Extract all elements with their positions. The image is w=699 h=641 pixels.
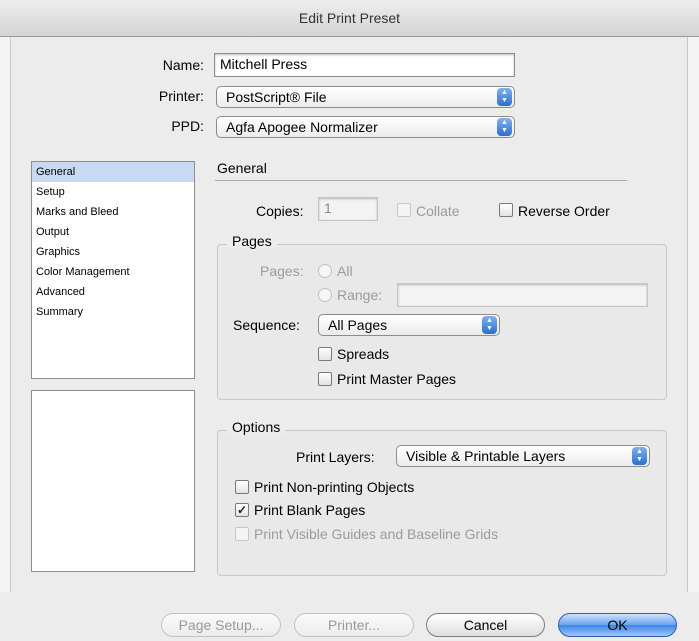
print-layers-popup-value: Visible & Printable Layers: [406, 448, 566, 464]
name-label: Name:: [162, 57, 204, 73]
print-blank-pages-label: Print Blank Pages: [254, 502, 366, 518]
sidebar-item-graphics[interactable]: Graphics: [32, 242, 194, 262]
sidebar-item-marks-and-bleed[interactable]: Marks and Bleed: [32, 202, 194, 222]
sequence-popup-value: All Pages: [328, 317, 388, 333]
sidebar-item-setup[interactable]: Setup: [32, 182, 194, 202]
collate-checkbox[interactable]: [397, 203, 411, 217]
copies-field[interactable]: 1: [318, 197, 378, 221]
sequence-popup[interactable]: All Pages ▲ ▼: [318, 314, 500, 336]
sidebar-item-summary[interactable]: Summary: [32, 302, 194, 322]
updown-arrows-icon: ▲ ▼: [497, 88, 512, 106]
print-non-printing-checkbox[interactable]: [235, 480, 249, 494]
cancel-button[interactable]: Cancel: [426, 613, 545, 637]
print-blank-pages-checkbox[interactable]: ✓: [235, 503, 249, 517]
section-heading-general: General: [217, 160, 267, 176]
reverse-order-checkbox[interactable]: [499, 203, 513, 217]
sidebar-item-advanced[interactable]: Advanced: [32, 282, 194, 302]
range-field[interactable]: [397, 283, 648, 307]
printer-popup[interactable]: PostScript® File ▲ ▼: [216, 86, 515, 108]
sequence-label: Sequence:: [233, 317, 300, 333]
preview-box: [31, 390, 195, 572]
updown-arrows-icon: ▲ ▼: [632, 447, 647, 465]
printer-button[interactable]: Printer...: [294, 613, 414, 637]
printer-popup-value: PostScript® File: [226, 89, 327, 105]
ok-button[interactable]: OK: [558, 613, 677, 637]
radio-all-label: All: [337, 263, 353, 279]
print-master-pages-label: Print Master Pages: [337, 371, 457, 387]
printer-label: Printer:: [158, 88, 204, 104]
print-guides-label: Print Visible Guides and Baseline Grids: [254, 526, 499, 542]
spreads-label: Spreads: [337, 346, 390, 362]
ppd-label: PPD:: [171, 118, 204, 134]
updown-arrows-icon: ▲ ▼: [482, 316, 497, 334]
reverse-order-label: Reverse Order: [518, 203, 610, 219]
print-master-pages-checkbox[interactable]: [318, 372, 332, 386]
spreads-checkbox[interactable]: [318, 347, 332, 361]
ppd-popup-value: Agfa Apogee Normalizer: [226, 119, 378, 135]
checkmark-icon: ✓: [236, 503, 248, 517]
sidebar-item-color-management[interactable]: Color Management: [32, 262, 194, 282]
window-title: Edit Print Preset: [0, 0, 699, 37]
radio-range-label: Range:: [337, 287, 383, 303]
sidebar-item-general[interactable]: General: [32, 162, 194, 182]
radio-all[interactable]: [318, 264, 332, 278]
sidebar-item-output[interactable]: Output: [32, 222, 194, 242]
options-group-title: Options: [227, 419, 286, 435]
updown-arrows-icon: ▲ ▼: [497, 118, 512, 136]
page-setup-button[interactable]: Page Setup...: [161, 613, 281, 637]
name-field[interactable]: Mitchell Press: [214, 53, 515, 77]
print-layers-popup[interactable]: Visible & Printable Layers ▲ ▼: [396, 445, 650, 467]
print-layers-label: Print Layers:: [296, 449, 375, 465]
section-divider: [215, 180, 627, 181]
print-guides-checkbox[interactable]: [235, 527, 249, 541]
ppd-popup[interactable]: Agfa Apogee Normalizer ▲ ▼: [216, 116, 515, 138]
pages-label: Pages:: [260, 263, 304, 279]
collate-label: Collate: [416, 203, 460, 219]
radio-range[interactable]: [318, 288, 332, 302]
pages-group-title: Pages: [227, 233, 277, 249]
category-list[interactable]: General Setup Marks and Bleed Output Gra…: [31, 161, 195, 379]
copies-label: Copies:: [256, 203, 304, 219]
print-non-printing-label: Print Non-printing Objects: [254, 479, 415, 495]
